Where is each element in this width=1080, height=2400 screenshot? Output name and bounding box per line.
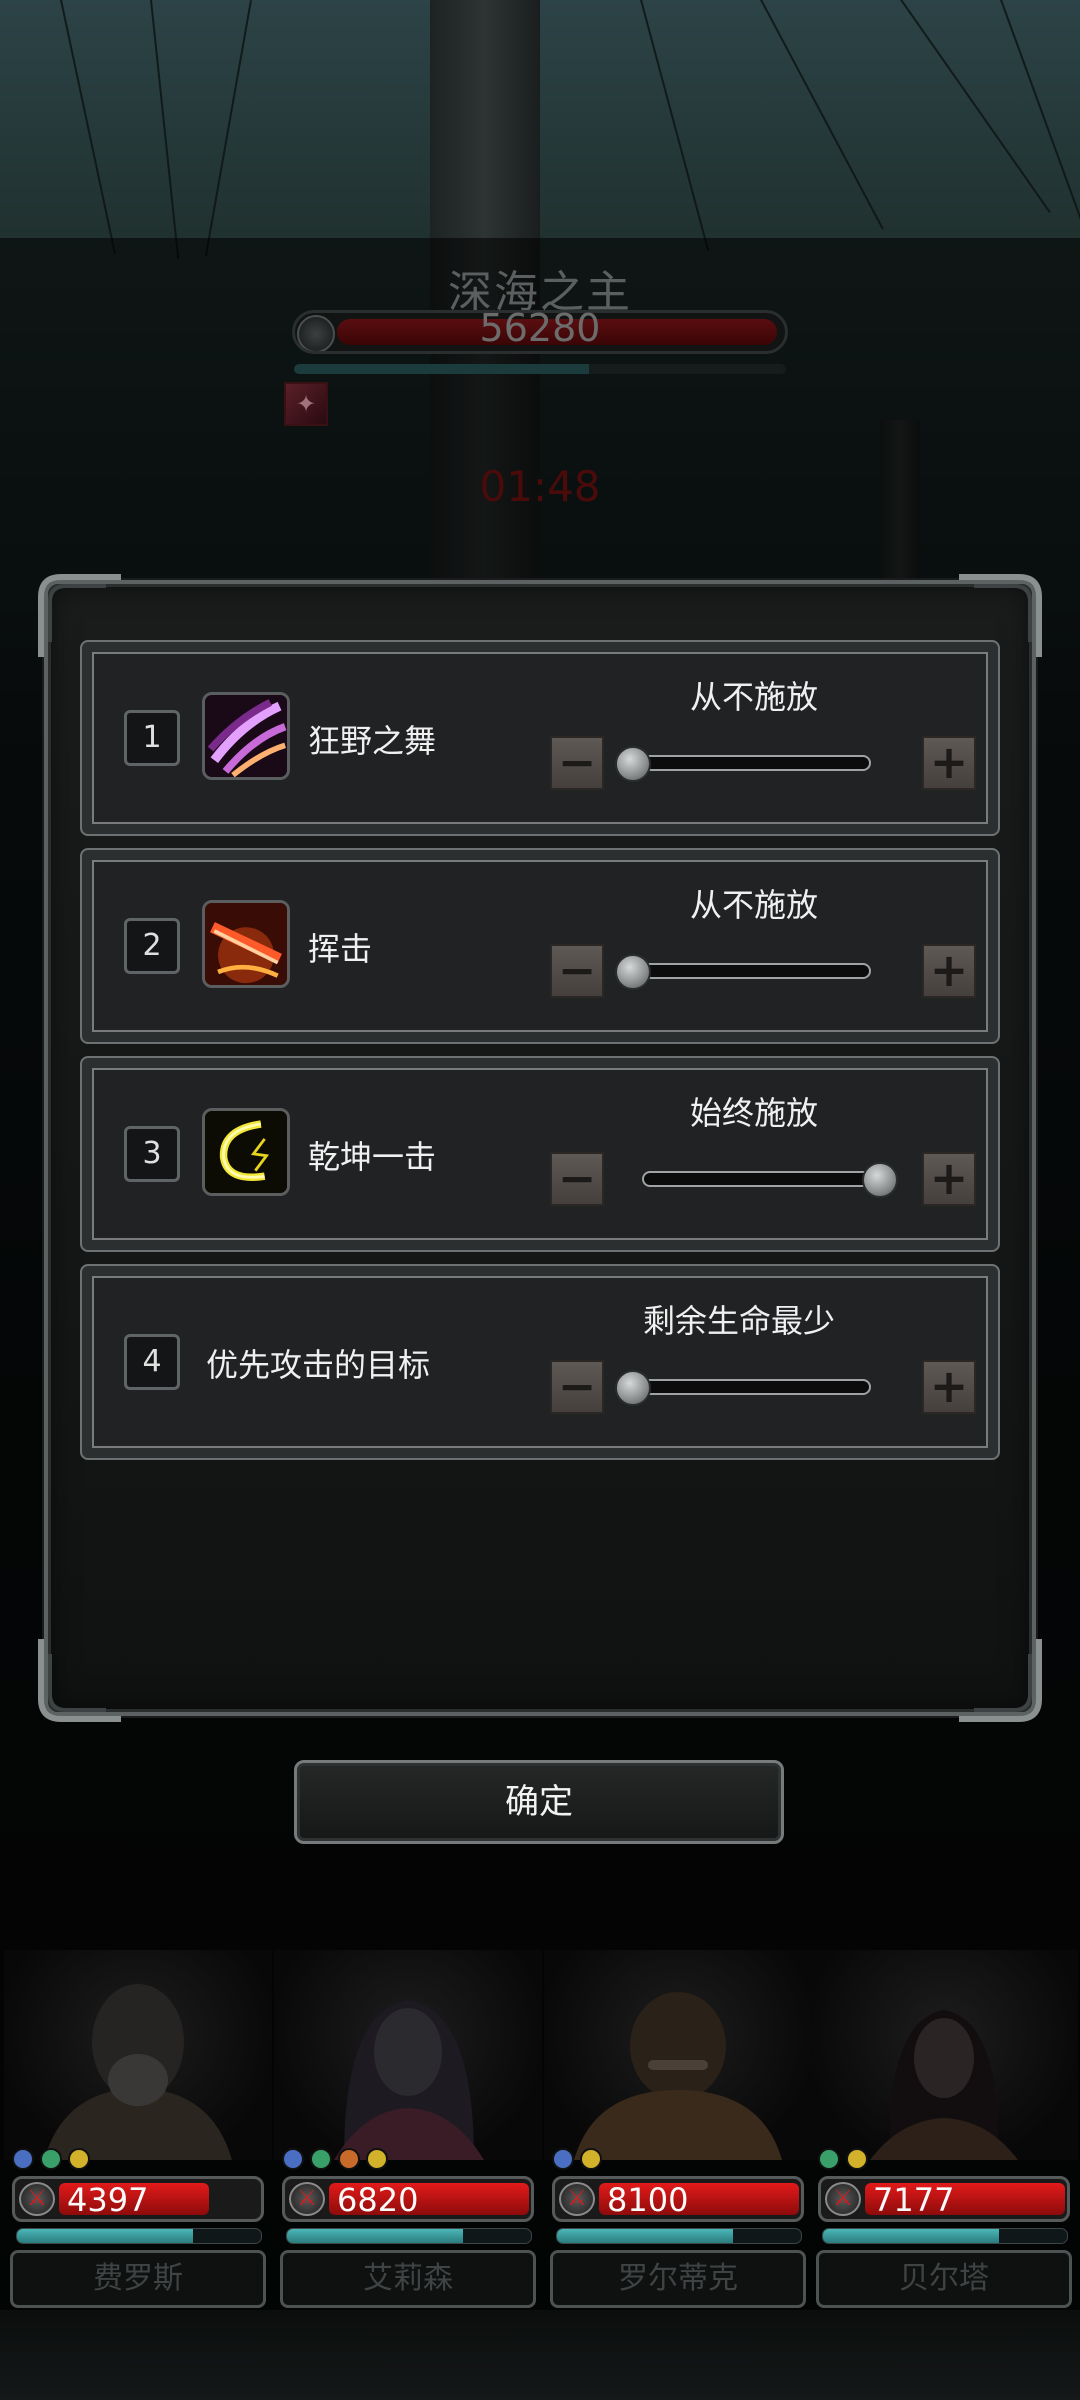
rope (204, 0, 252, 257)
decrease-button[interactable]: − (550, 1360, 604, 1414)
skill-name: 乾坤一击 (308, 1138, 437, 1176)
increase-button[interactable]: + (922, 944, 976, 998)
slider-handle[interactable] (615, 954, 651, 990)
hero-hp-value: 8100 (607, 2181, 689, 2219)
hero-portrait (544, 1950, 812, 2160)
hero-name: 费罗斯 (10, 2250, 266, 2308)
battle-timer: 01:48 (479, 462, 601, 511)
rope (60, 0, 117, 255)
skill-row: 3 乾坤一击 始终施放 − + (80, 1056, 1000, 1252)
target-mode-label: 剩余生命最少 (642, 1302, 835, 1340)
cast-mode-slider[interactable] (627, 963, 871, 979)
hero-card[interactable]: ⚔ 8100 罗尔蒂克 (544, 1950, 812, 2310)
hero-card[interactable]: ⚔ 6820 艾莉森 (274, 1950, 542, 2310)
hero-hp-value: 6820 (337, 2181, 419, 2219)
sword-icon: ⚔ (289, 2182, 325, 2216)
hero-hp-value: 4397 (67, 2181, 149, 2219)
hero-name: 罗尔蒂克 (550, 2250, 806, 2308)
boss-mana-bar (294, 364, 786, 374)
rope (150, 0, 180, 259)
hero-hp-bar: ⚔ 4397 (12, 2176, 264, 2222)
rope (900, 0, 1051, 213)
hero-hp-bar: ⚔ 6820 (282, 2176, 534, 2222)
target-priority-label: 优先攻击的目标 (206, 1346, 431, 1384)
cast-mode-label: 始终施放 (689, 1094, 818, 1132)
hero-name: 贝尔塔 (816, 2250, 1072, 2308)
hero-card[interactable]: ⚔ 4397 费罗斯 (4, 1950, 272, 2310)
cast-mode-slider[interactable] (627, 755, 871, 771)
cast-mode-slider[interactable] (642, 1171, 886, 1187)
hero-mana-bar (16, 2228, 262, 2244)
cast-mode-label: 从不施放 (689, 886, 818, 924)
skill-row: 1 狂野之舞 从不施放 − + (80, 640, 1000, 836)
hero-hp-value: 7177 (873, 2181, 955, 2219)
slider-handle[interactable] (615, 1370, 651, 1406)
skill-name: 挥击 (308, 930, 373, 968)
slider-handle[interactable] (615, 746, 651, 782)
increase-button[interactable]: + (922, 736, 976, 790)
increase-button[interactable]: + (922, 1360, 976, 1414)
row-number: 4 (124, 1334, 180, 1390)
rope (760, 0, 884, 230)
lightning-strike-skill-icon (202, 1108, 290, 1196)
panel-corner-ornament (36, 1634, 126, 1724)
decrease-button[interactable]: − (550, 736, 604, 790)
hero-mana-bar (556, 2228, 802, 2244)
sword-icon: ⚔ (825, 2182, 861, 2216)
boss-hp-value: 56280 (479, 306, 601, 350)
row-number: 1 (124, 710, 180, 766)
row-number: 2 (124, 918, 180, 974)
hero-card[interactable]: ⚔ 7177 贝尔塔 (810, 1950, 1078, 2310)
hero-portrait (810, 1950, 1078, 2160)
rope (1000, 0, 1080, 245)
hero-name: 艾莉森 (280, 2250, 536, 2308)
hero-gems (282, 2148, 394, 2174)
sword-icon: ⚔ (559, 2182, 595, 2216)
panel-corner-ornament (954, 1634, 1044, 1724)
hero-portrait (274, 1950, 542, 2160)
wild-dance-skill-icon (202, 692, 290, 780)
hero-gems (12, 2148, 96, 2174)
rope (640, 0, 710, 252)
target-priority-row: 4 优先攻击的目标 剩余生命最少 − + (80, 1264, 1000, 1460)
increase-button[interactable]: + (922, 1152, 976, 1206)
hero-mana-bar (286, 2228, 532, 2244)
skill-name: 狂野之舞 (308, 722, 437, 760)
sword-icon: ⚔ (19, 2182, 55, 2216)
hero-portrait (4, 1950, 272, 2160)
bottom-strip (0, 2310, 1080, 2400)
hero-gems (818, 2148, 874, 2174)
row-number: 3 (124, 1126, 180, 1182)
slider-handle[interactable] (862, 1162, 898, 1198)
skill-row: 2 挥击 从不施放 − + (80, 848, 1000, 1044)
hero-hp-bar: ⚔ 7177 (818, 2176, 1070, 2222)
cast-mode-label: 从不施放 (689, 678, 818, 716)
hero-gems (552, 2148, 608, 2174)
target-priority-slider[interactable] (627, 1379, 871, 1395)
decrease-button[interactable]: − (550, 1152, 604, 1206)
confirm-button[interactable]: 确定 (294, 1760, 784, 1844)
hero-mana-bar (822, 2228, 1068, 2244)
boss-buff-icon: ✦ (284, 382, 328, 426)
hero-hp-bar: ⚔ 8100 (552, 2176, 804, 2222)
decrease-button[interactable]: − (550, 944, 604, 998)
swing-strike-skill-icon (202, 900, 290, 988)
